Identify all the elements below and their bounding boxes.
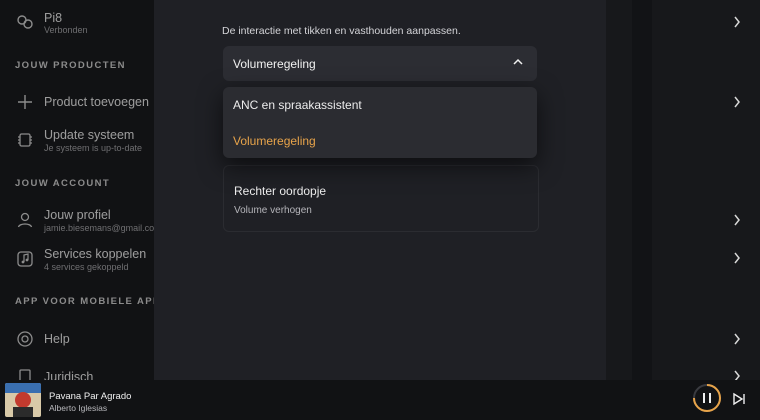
sidebar-item-update[interactable]: Update systeem Je systeem is up-to-date: [0, 126, 154, 166]
profile-email: jamie.biesemans@gmail.co: [44, 223, 154, 233]
divider-strip: [632, 0, 652, 420]
chevron-right-icon[interactable]: [733, 16, 741, 28]
card-subtitle: Volume verhogen: [234, 205, 312, 216]
select-value: Volumeregeling: [233, 57, 316, 71]
album-art-image: [5, 383, 41, 417]
help-label: Help: [44, 332, 70, 346]
album-art[interactable]: [5, 383, 41, 417]
card-title: Rechter oordopje: [234, 184, 327, 198]
chip-icon: [18, 133, 32, 147]
dropdown-menu: ANC en spraakassistent Volumeregeling: [223, 87, 537, 158]
sidebar-item-services[interactable]: Services koppelen 4 services gekoppeld: [0, 245, 154, 285]
right-column: [606, 0, 760, 420]
plus-icon: [18, 95, 32, 109]
device-status: Verbonden: [44, 25, 88, 35]
chevron-right-icon[interactable]: [733, 333, 741, 345]
sidebar-item-add-product[interactable]: Product toevoegen: [0, 91, 154, 131]
lifebuoy-icon: [17, 331, 33, 347]
player-bar: Pavana Par Agrado Alberto Iglesias: [0, 380, 760, 420]
dropdown-option-anc[interactable]: ANC en spraakassistent: [223, 87, 537, 122]
chevron-right-icon[interactable]: [733, 96, 741, 108]
chevron-right-icon[interactable]: [733, 252, 741, 264]
track-title: Pavana Par Agrado: [49, 391, 132, 402]
track-artist: Alberto Iglesias: [49, 403, 108, 413]
skip-next-icon[interactable]: [732, 392, 746, 406]
dropdown-option-volume[interactable]: Volumeregeling: [223, 123, 537, 158]
update-status: Je systeem is up-to-date: [44, 143, 143, 153]
option-label: ANC en spraakassistent: [233, 98, 362, 112]
device-name: Pi8: [44, 11, 63, 25]
sidebar-item-profile[interactable]: Jouw profiel jamie.biesemans@gmail.co: [0, 206, 154, 246]
profile-label: Jouw profiel: [44, 208, 111, 222]
earbuds-icon: [17, 15, 33, 29]
user-icon: [17, 212, 33, 228]
chevron-right-icon[interactable]: [733, 214, 741, 226]
section-header-products: JOUW PRODUCTEN: [15, 60, 126, 71]
control-select[interactable]: Volumeregeling: [223, 46, 537, 81]
sidebar-item-device[interactable]: Pi8 Verbonden: [0, 8, 154, 48]
services-label: Services koppelen: [44, 247, 147, 261]
sidebar: Pi8 Verbonden JOUW PRODUCTEN Product toe…: [0, 0, 154, 420]
update-label: Update systeem: [44, 128, 135, 142]
services-count: 4 services gekoppeld: [44, 262, 129, 272]
add-product-label: Product toevoegen: [44, 95, 149, 109]
pause-icon[interactable]: [692, 383, 722, 413]
chevron-up-icon: [513, 58, 523, 65]
sidebar-item-help[interactable]: Help: [0, 328, 154, 368]
option-label-selected: Volumeregeling: [233, 134, 316, 148]
section-header-app: APP VOOR MOBIELE APPAR: [15, 296, 154, 307]
music-note-icon: [17, 251, 33, 267]
panel-description: De interactie met tikken en vasthouden a…: [222, 25, 461, 37]
right-earbud-card[interactable]: Rechter oordopje Volume verhogen: [223, 165, 539, 232]
section-header-account: JOUW ACCOUNT: [15, 178, 111, 189]
